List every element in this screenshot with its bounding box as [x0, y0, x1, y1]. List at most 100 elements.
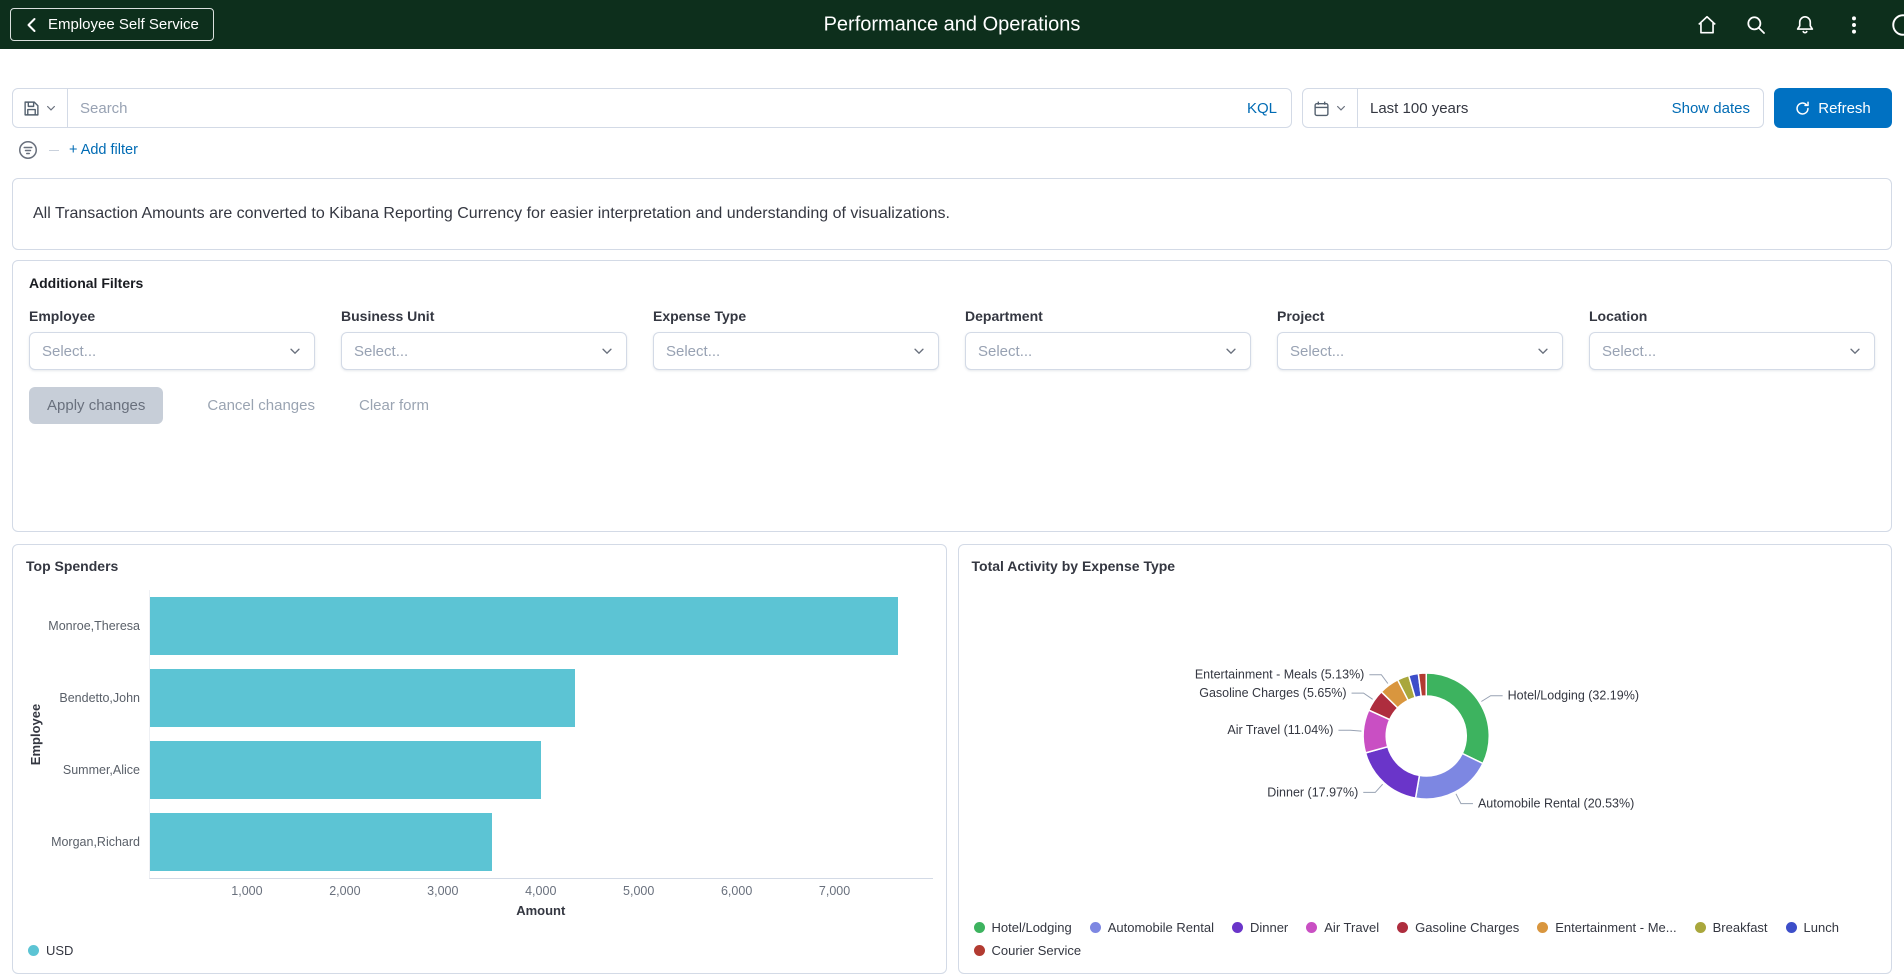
search-button[interactable] [1731, 0, 1780, 49]
project-select[interactable]: Select... [1277, 332, 1563, 370]
bar-plot [149, 590, 933, 879]
bar-y-labels: Monroe,Theresa Bendetto,John Summer,Alice M… [46, 590, 149, 879]
filter-field-business-unit: Business Unit Select... [341, 308, 627, 370]
home-icon [1697, 15, 1716, 34]
bar-morgan-richard[interactable] [150, 813, 493, 871]
legend-dot [1306, 922, 1318, 933]
donut-label-line [1480, 695, 1503, 702]
cancel-changes-button[interactable]: Cancel changes [207, 397, 315, 414]
bar-x-ticks: 1,000 2,000 3,000 4,000 5,000 6,000 7,000 [149, 879, 933, 901]
legend-item-courier-service[interactable]: Courier Service [973, 943, 1081, 958]
select-placeholder: Select... [354, 342, 409, 360]
location-select[interactable]: Select... [1589, 332, 1875, 370]
donut-label: Gasoline Charges (5.65%) [1199, 686, 1346, 700]
bar-monroe-theresa[interactable] [150, 597, 899, 655]
clear-form-button[interactable]: Clear form [359, 397, 429, 414]
show-dates-button[interactable]: Show dates [1659, 100, 1763, 117]
expense-type-chart: Hotel/Lodging (32.19%) Automobile Rental … [972, 576, 1879, 914]
refresh-button[interactable]: Refresh [1774, 88, 1892, 128]
filter-set-button[interactable] [17, 139, 39, 161]
bar-category-label: Summer,Alice [62, 763, 140, 777]
notifications-button[interactable] [1780, 0, 1829, 49]
field-label: Department [965, 308, 1043, 324]
kql-toggle[interactable]: KQL [1233, 100, 1291, 117]
filter-field-location: Location Select... [1589, 308, 1875, 370]
legend-dot [1785, 922, 1797, 933]
more-actions-button[interactable] [1829, 0, 1878, 49]
donut-label: Dinner (17.97%) [1267, 785, 1358, 799]
donut-svg: Hotel/Lodging (32.19%) Automobile Rental … [1194, 668, 1638, 811]
legend-item-automobile-rental[interactable]: Automobile Rental [1089, 920, 1214, 935]
chevron-down-icon [1850, 348, 1860, 355]
chevron-down-icon [47, 105, 55, 111]
apply-changes-button[interactable]: Apply changes [29, 387, 164, 424]
donut-slice-dinner[interactable] [1364, 745, 1420, 799]
legend-item-dinner[interactable]: Dinner [1231, 920, 1289, 935]
bar-category-label: Morgan,Richard [51, 835, 140, 849]
currency-notice-text: All Transaction Amounts are converted to… [33, 205, 950, 222]
legend-dot [1537, 922, 1549, 933]
top-spenders-title: Top Spenders [26, 558, 119, 574]
business-unit-select[interactable]: Select... [341, 332, 627, 370]
bar-legend: USD [26, 937, 933, 958]
legend-dot [1694, 922, 1706, 933]
legend-item-hotel-lodging[interactable]: Hotel/Lodging [973, 920, 1072, 935]
date-range-value[interactable]: Last 100 years [1358, 100, 1659, 117]
donut-slice-hotel-lodging[interactable] [1425, 672, 1490, 765]
bell-icon [1796, 15, 1813, 33]
legend-label: USD [46, 943, 74, 958]
donut-label-line [1351, 692, 1373, 700]
legend-dot [973, 922, 985, 933]
home-button[interactable] [1682, 0, 1731, 49]
visualization-panels: Top Spenders Employee Monroe,Theresa Bend… [12, 544, 1892, 974]
kebab-menu-icon [1851, 15, 1856, 34]
additional-filters-panel: Additional Filters Employee Select... Busi… [12, 260, 1892, 532]
legend-item-gasoline-charges[interactable]: Gasoline Charges [1397, 920, 1519, 935]
query-bar: KQL Last 100 years Show dates Refresh [12, 88, 1892, 128]
legend-dot [1231, 922, 1243, 933]
filter-circle-icon [19, 141, 37, 159]
select-placeholder: Select... [1290, 342, 1345, 360]
employee-select[interactable]: Select... [29, 332, 315, 370]
x-tick-label: 6,000 [720, 884, 753, 898]
add-filter-button[interactable]: + Add filter [69, 142, 138, 158]
bar-bendetto-john[interactable] [150, 669, 576, 727]
donut-label: Automobile Rental (20.53%) [1477, 797, 1633, 811]
donut-label-line [1362, 783, 1383, 793]
x-tick-label: 4,000 [525, 884, 557, 898]
donut-slice-automobile-rental[interactable] [1414, 752, 1484, 800]
x-tick-label: 1,000 [231, 884, 263, 898]
legend-label: Dinner [1249, 920, 1289, 935]
expense-type-panel: Total Activity by Expense Type Hotel/Lod… [957, 544, 1892, 974]
legend-item-breakfast[interactable]: Breakfast [1694, 920, 1768, 935]
field-label: Expense Type [653, 308, 747, 324]
donut-label-line [1337, 729, 1361, 732]
header-actions [1682, 0, 1904, 49]
legend-item-entertainment-me[interactable]: Entertainment - Me... [1537, 920, 1677, 935]
filter-divider [49, 149, 59, 151]
legend-dot [28, 945, 39, 956]
legend-item-usd[interactable]: USD [28, 943, 73, 958]
bar-row [150, 734, 933, 806]
legend-item-air-travel[interactable]: Air Travel [1306, 920, 1379, 935]
search-input[interactable] [68, 99, 1233, 117]
bar-grid: Monroe,Theresa Bendetto,John Summer,Alice M… [46, 590, 933, 879]
brand-logo-icon [1892, 13, 1904, 36]
x-tick-label: 2,000 [329, 884, 361, 898]
expense-type-select[interactable]: Select... [653, 332, 939, 370]
department-select[interactable]: Select... [965, 332, 1251, 370]
back-button[interactable]: Employee Self Service [10, 8, 214, 41]
donut-label: Entertainment - Meals (5.13%) [1194, 668, 1364, 682]
additional-filters-title: Additional Filters [29, 275, 144, 291]
bar-y-axis-title: Employee [28, 703, 44, 766]
bar-summer-alice[interactable] [150, 741, 542, 799]
saved-query-menu-button[interactable] [13, 89, 68, 127]
legend-label: Lunch [1803, 920, 1839, 935]
donut-label-line [1455, 793, 1473, 805]
brand-logo-button[interactable] [1878, 0, 1904, 49]
date-quick-select-button[interactable] [1303, 89, 1358, 127]
legend-item-lunch[interactable]: Lunch [1785, 920, 1839, 935]
legend-label: Automobile Rental [1107, 920, 1214, 935]
filter-field-project: Project Select... [1277, 308, 1563, 370]
legend-dot [973, 945, 985, 956]
